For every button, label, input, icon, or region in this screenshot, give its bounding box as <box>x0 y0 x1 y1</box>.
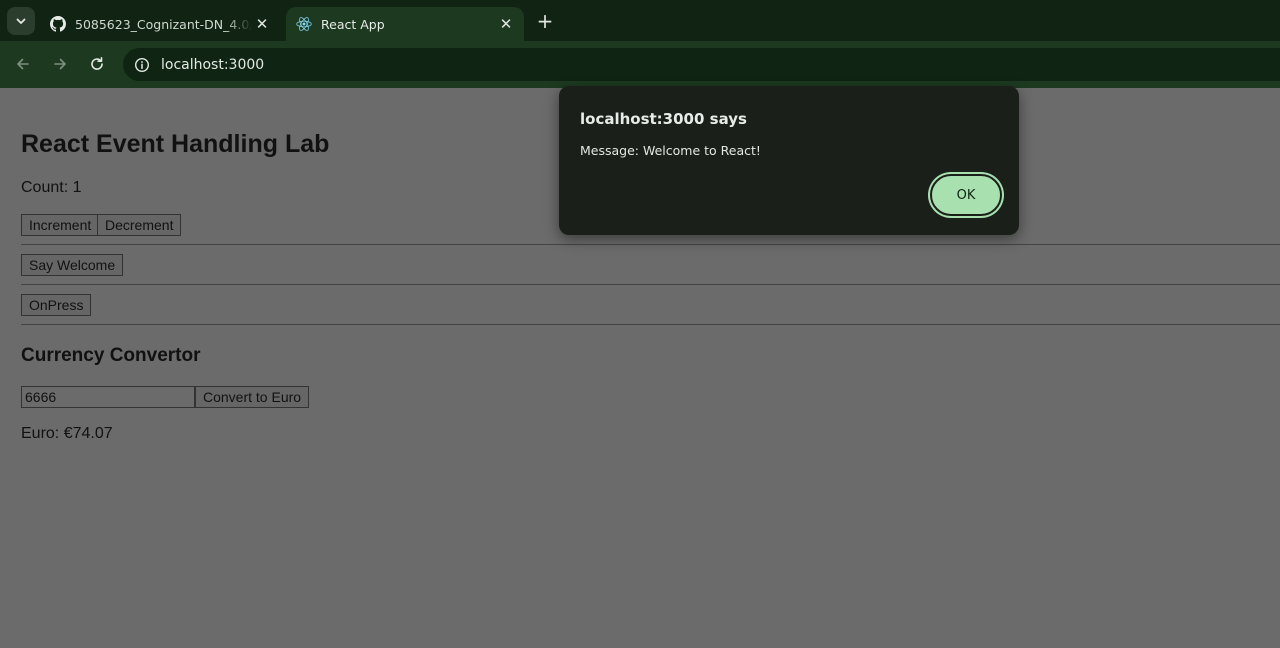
close-tab-icon[interactable]: ✕ <box>496 14 516 34</box>
page-title: React Event Handling Lab <box>21 130 330 158</box>
back-button[interactable] <box>10 51 36 77</box>
convert-to-euro-button[interactable]: Convert to Euro <box>195 386 310 408</box>
euro-result: Euro: €74.07 <box>21 425 113 442</box>
site-info-icon[interactable] <box>130 53 154 77</box>
address-url: localhost:3000 <box>161 56 265 73</box>
tab-title: 5085623_Cognizant-DN_4.0/We <box>75 16 252 32</box>
increment-button[interactable]: Increment <box>21 214 100 236</box>
tab-github[interactable]: 5085623_Cognizant-DN_4.0/We ✕ <box>40 7 280 41</box>
github-icon <box>49 15 67 33</box>
forward-button[interactable] <box>47 51 73 77</box>
ok-button[interactable]: OK <box>930 174 1002 216</box>
divider <box>21 324 1280 325</box>
dialog-message: Message: Welcome to React! <box>580 143 761 158</box>
close-tab-icon[interactable]: ✕ <box>252 14 272 34</box>
count-display: Count: 1 <box>21 179 82 196</box>
tab-title: React App <box>321 16 385 32</box>
reload-button[interactable] <box>84 51 110 77</box>
decrement-button[interactable]: Decrement <box>97 214 182 236</box>
react-icon <box>295 15 313 33</box>
say-welcome-button[interactable]: Say Welcome <box>21 254 124 276</box>
divider <box>21 244 1280 245</box>
new-tab-button[interactable]: + <box>533 9 557 33</box>
divider <box>21 284 1280 285</box>
browser-toolbar: localhost:3000 <box>0 41 1280 88</box>
tab-search-button[interactable] <box>7 7 35 35</box>
reload-icon <box>91 57 103 70</box>
dialog-title: localhost:3000 says <box>580 110 747 128</box>
alert-dialog: localhost:3000 says Message: Welcome to … <box>559 86 1019 235</box>
currency-convertor-heading: Currency Convertor <box>21 345 201 366</box>
onpress-button[interactable]: OnPress <box>21 294 92 316</box>
arrow-right-icon <box>54 58 66 70</box>
tab-react-app[interactable]: React App ✕ <box>286 7 524 41</box>
address-bar[interactable]: localhost:3000 <box>123 48 1280 81</box>
tab-strip: 5085623_Cognizant-DN_4.0/We ✕ React App … <box>0 0 1280 41</box>
chevron-down-icon <box>16 18 26 24</box>
arrow-left-icon <box>17 58 29 70</box>
amount-input[interactable] <box>21 386 195 408</box>
